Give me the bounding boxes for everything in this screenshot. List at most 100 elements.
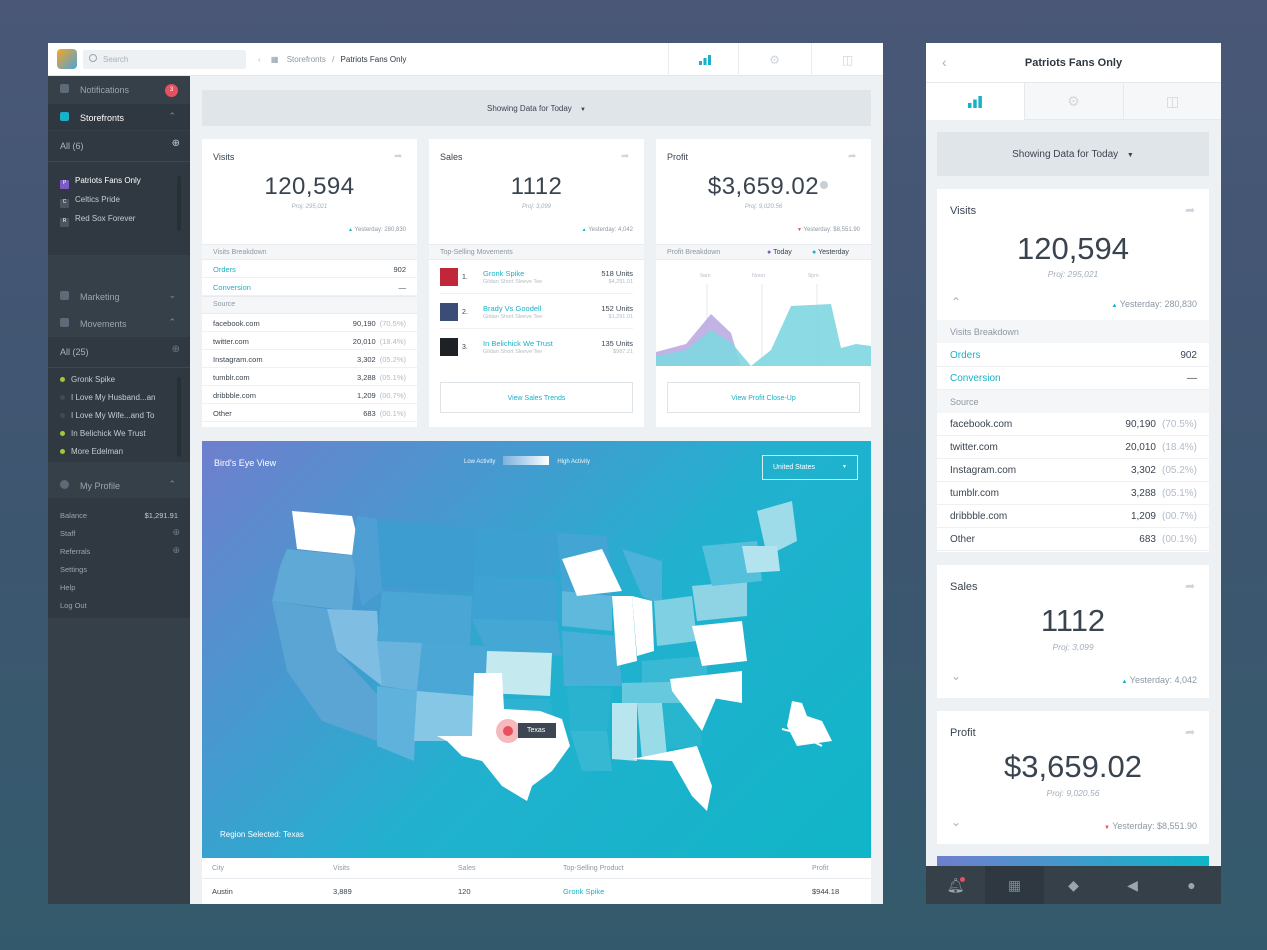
profile-link-referrals[interactable]: Referrals: [60, 547, 90, 556]
add-circle-icon[interactable]: ⊕: [172, 344, 180, 355]
state-missouri[interactable]: [562, 631, 622, 686]
nav-marketing[interactable]: ◀: [1103, 866, 1162, 904]
product-row[interactable]: 2. Brady Vs Goodell Gildan Short Sleeve …: [440, 295, 633, 329]
sidebar-notifications[interactable]: Notifications 3: [48, 76, 190, 102]
storefronts-scrollbar[interactable]: [177, 176, 181, 231]
settings-tab[interactable]: ⚙: [738, 43, 810, 76]
profile-link-help[interactable]: Help: [60, 583, 75, 592]
state-utah[interactable]: [377, 641, 422, 691]
date-filter-dropdown[interactable]: Showing Data for Today ▼: [202, 90, 871, 126]
mobile-source-row[interactable]: tumblr.com 3,288 (05.1%): [937, 482, 1209, 505]
state-idaho[interactable]: [352, 516, 382, 606]
storefronts-all[interactable]: All (6): [60, 141, 84, 151]
sidebar-marketing[interactable]: Marketing ⌄: [48, 283, 190, 309]
layout-tab[interactable]: ◫: [811, 43, 883, 76]
birds-eye-map[interactable]: Bird's Eye View Low Activity High Activit…: [202, 441, 871, 858]
header-top-product[interactable]: Top-Selling Product: [563, 865, 624, 872]
view-profit-closeup-button[interactable]: View Profit Close-Up: [667, 382, 860, 413]
source-row[interactable]: Other 683 (00.1%): [202, 404, 417, 422]
mobile-tab-settings[interactable]: ⚙: [1024, 83, 1122, 120]
cell-top-product[interactable]: Gronk Spike: [563, 887, 604, 896]
storefront-item[interactable]: C Celtics Pride: [60, 195, 120, 208]
state-alabama[interactable]: [637, 703, 667, 759]
source-row[interactable]: dribbble.com 1,209 (00.7%): [202, 386, 417, 404]
storefront-item[interactable]: R Red Sox Forever: [60, 214, 135, 227]
state-new-england[interactable]: [742, 546, 780, 573]
add-circle-icon[interactable]: ⊕: [172, 545, 180, 556]
movements-scrollbar[interactable]: [177, 377, 181, 457]
table-row[interactable]: Austin 3,889 120 Gronk Spike $944.18: [202, 880, 871, 902]
nav-notifications[interactable]: 🔔︎: [926, 866, 985, 904]
state-ohio[interactable]: [654, 596, 697, 646]
state-mississippi[interactable]: [612, 703, 637, 761]
state-oregon[interactable]: [272, 549, 357, 611]
mobile-source-row[interactable]: Other 683 (00.1%): [937, 528, 1209, 551]
source-row[interactable]: Instagram.com 3,302 (05.2%): [202, 350, 417, 368]
movement-item[interactable]: I Love My Wife...and To: [60, 411, 154, 420]
movement-item[interactable]: I Love My Husband...an: [60, 393, 156, 402]
expand-chevron-icon[interactable]: ⌄: [951, 815, 961, 829]
share-icon[interactable]: ➦: [1185, 725, 1195, 739]
nav-profile[interactable]: ●: [1162, 866, 1221, 904]
info-icon[interactable]: [820, 181, 828, 189]
profile-link-logout[interactable]: Log Out: [60, 601, 87, 610]
header-visits[interactable]: Visits: [333, 865, 350, 872]
profile-link-staff[interactable]: Staff: [60, 529, 75, 538]
state-arizona[interactable]: [377, 686, 417, 761]
movement-item[interactable]: More Edelman: [60, 447, 123, 456]
sidebar-movements[interactable]: Movements ⌃: [48, 310, 190, 336]
add-circle-icon[interactable]: ⊕: [172, 527, 180, 538]
stats-tab[interactable]: [668, 43, 740, 76]
state-new-mexico[interactable]: [414, 691, 477, 741]
product-row[interactable]: 3. In Belichick We Trust Gildan Short Sl…: [440, 330, 633, 364]
state-pennsylvania[interactable]: [692, 581, 747, 621]
movement-item[interactable]: In Belichick We Trust: [60, 429, 146, 438]
app-logo[interactable]: [57, 49, 77, 69]
share-icon[interactable]: ➦: [1185, 203, 1195, 217]
share-icon[interactable]: ➦: [1185, 579, 1195, 593]
storefront-item[interactable]: P Patriots Fans Only: [60, 176, 141, 189]
source-row[interactable]: twitter.com 20,010 (18.4%): [202, 332, 417, 350]
product-row[interactable]: 1. Gronk Spike Gildan Short Sleeve Tee 5…: [440, 260, 633, 294]
state-louisiana[interactable]: [570, 731, 612, 771]
mobile-orders-row[interactable]: Orders 902: [937, 344, 1209, 367]
state-iowa[interactable]: [562, 591, 612, 631]
share-icon[interactable]: ➦: [394, 151, 405, 162]
state-wyoming[interactable]: [377, 591, 472, 646]
header-sales[interactable]: Sales: [458, 865, 476, 872]
expand-chevron-icon[interactable]: ⌄: [951, 669, 961, 683]
state-north-dakota[interactable]: [474, 529, 557, 576]
share-icon[interactable]: ➦: [848, 151, 859, 162]
mobile-source-row[interactable]: facebook.com 90,190 (70.5%): [937, 413, 1209, 436]
view-sales-trends-button[interactable]: View Sales Trends: [440, 382, 633, 413]
mobile-source-row[interactable]: twitter.com 20,010 (18.4%): [937, 436, 1209, 459]
state-washington[interactable]: [292, 511, 362, 556]
mobile-conversion-row[interactable]: Conversion —: [937, 367, 1209, 390]
nav-storefronts[interactable]: ▦: [985, 866, 1044, 904]
profile-link-settings[interactable]: Settings: [60, 565, 87, 574]
state-south-dakota[interactable]: [472, 576, 557, 621]
mobile-tab-stats[interactable]: [926, 83, 1024, 120]
mobile-tab-layout[interactable]: ◫: [1123, 83, 1221, 120]
orders-row[interactable]: Orders 902: [202, 260, 417, 278]
breadcrumb-parent[interactable]: Storefronts: [287, 55, 326, 64]
sidebar-my-profile[interactable]: My Profile ⌃: [48, 472, 190, 498]
mobile-source-row[interactable]: dribbble.com 1,209 (00.7%): [937, 505, 1209, 528]
movements-all[interactable]: All (25): [60, 347, 89, 357]
state-montana[interactable]: [377, 519, 477, 591]
mobile-source-row[interactable]: Instagram.com 3,302 (05.2%): [937, 459, 1209, 482]
header-city[interactable]: City: [212, 865, 224, 872]
search-input[interactable]: Search: [83, 50, 246, 69]
movement-item[interactable]: Gronk Spike: [60, 375, 115, 384]
conversion-row[interactable]: Conversion —: [202, 278, 417, 296]
header-profit[interactable]: Profit: [812, 865, 828, 872]
mobile-date-filter[interactable]: Showing Data for Today ▼: [937, 132, 1209, 176]
source-row[interactable]: facebook.com 90,190 (70.5%): [202, 314, 417, 332]
back-chevron-icon[interactable]: ‹: [258, 55, 261, 64]
add-circle-icon[interactable]: ⊕: [172, 138, 180, 149]
collapse-chevron-icon[interactable]: ⌃: [951, 295, 961, 309]
state-arkansas[interactable]: [567, 686, 612, 731]
location-marker[interactable]: [503, 726, 513, 736]
source-row[interactable]: tumblr.com 3,288 (05.1%): [202, 368, 417, 386]
share-icon[interactable]: ➦: [621, 151, 632, 162]
